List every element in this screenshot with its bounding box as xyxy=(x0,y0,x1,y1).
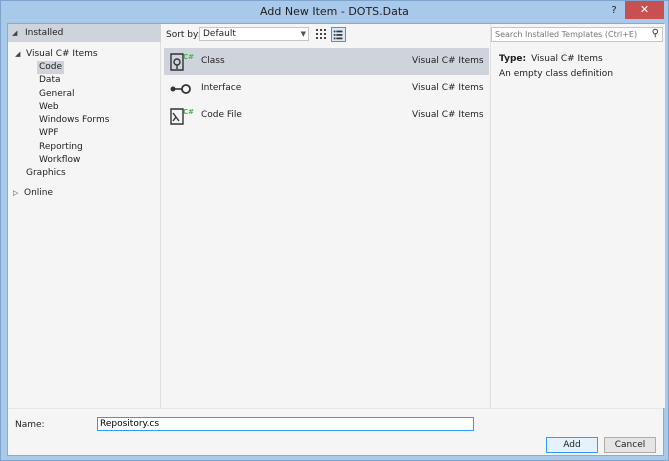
item-category: Visual C# Items xyxy=(412,56,484,66)
tree-node-label: General xyxy=(39,89,75,99)
tree-node-label: Code xyxy=(37,61,65,74)
sort-dropdown[interactable]: Default ▼ xyxy=(199,27,309,41)
name-label: Name: xyxy=(15,420,45,430)
list-item-class[interactable]: C# Class Visual C# Items xyxy=(164,48,489,75)
tree-node-label: Online xyxy=(24,188,54,198)
search-box[interactable]: ⚲ xyxy=(491,27,663,42)
tree-node-label: Graphics xyxy=(26,168,66,178)
template-tree: ◢ Installed ◢ Visual C# Items Code Data … xyxy=(8,24,161,408)
sort-label: Sort by: xyxy=(166,30,201,40)
item-category: Visual C# Items xyxy=(412,110,484,120)
tree-node-reporting[interactable]: Reporting xyxy=(39,141,83,154)
tree-node-label: Web xyxy=(39,102,59,112)
type-value: Visual C# Items xyxy=(531,54,603,64)
type-info: Type: Visual C# Items xyxy=(499,54,603,64)
tree-node-windows-forms[interactable]: Windows Forms xyxy=(39,114,109,127)
list-view-icon[interactable] xyxy=(331,27,346,42)
tree-node-installed[interactable]: ◢ Installed xyxy=(8,24,161,42)
window-title: Add New Item - DOTS.Data xyxy=(260,5,409,18)
cancel-button[interactable]: Cancel xyxy=(604,437,656,453)
tree-node-web[interactable]: Web xyxy=(39,101,59,114)
search-input[interactable] xyxy=(492,28,642,41)
tree-node-label: Windows Forms xyxy=(39,115,110,125)
type-label: Type: xyxy=(499,54,527,64)
template-description: An empty class definition xyxy=(499,69,614,79)
tree-node-visual-csharp[interactable]: ◢ Visual C# Items xyxy=(15,48,98,61)
detail-panel: ⚲ Type: Visual C# Items An empty class de… xyxy=(490,24,665,408)
collapse-triangle-icon[interactable]: ◢ xyxy=(12,29,20,37)
item-name: Interface xyxy=(201,83,242,93)
class-file-icon: C# xyxy=(170,53,194,71)
sort-toolbar: Sort by: Default ▼ xyxy=(164,24,489,46)
bottom-bar: Name: Add Cancel xyxy=(8,408,663,455)
tree-node-online[interactable]: ▷ Online xyxy=(13,187,53,200)
tree-node-label: Reporting xyxy=(39,142,83,152)
tree-node-data[interactable]: Data xyxy=(39,74,61,87)
item-name: Class xyxy=(201,56,225,66)
add-button[interactable]: Add xyxy=(546,437,598,453)
close-button[interactable]: ✕ xyxy=(625,1,664,19)
interface-icon xyxy=(170,83,191,94)
tree-node-code[interactable]: Code xyxy=(37,61,65,74)
expand-triangle-icon[interactable]: ▷ xyxy=(13,187,21,200)
grid-view-icon[interactable] xyxy=(314,27,328,41)
dialog-window: Add New Item - DOTS.Data ? ✕ ◢ Installed… xyxy=(0,0,669,461)
tree-node-label: Visual C# Items xyxy=(26,49,98,59)
svg-text:C#: C# xyxy=(183,108,194,116)
code-file-icon: C# xyxy=(170,108,194,125)
list-item-interface[interactable]: Interface Visual C# Items xyxy=(164,75,489,102)
help-button[interactable]: ? xyxy=(607,4,621,18)
list-item-code-file[interactable]: C# Code File Visual C# Items xyxy=(164,102,489,129)
tree-node-workflow[interactable]: Workflow xyxy=(39,154,80,167)
sort-value: Default xyxy=(203,29,236,39)
search-icon[interactable]: ⚲ xyxy=(652,28,659,39)
name-field[interactable] xyxy=(97,417,474,431)
item-category: Visual C# Items xyxy=(412,83,484,93)
tree-header-label: Installed xyxy=(25,28,64,38)
item-name: Code File xyxy=(201,110,242,120)
template-list-panel: Sort by: Default ▼ C# Class Visual C# It… xyxy=(164,24,489,408)
collapse-triangle-icon[interactable]: ◢ xyxy=(15,48,23,61)
tree-node-general[interactable]: General xyxy=(39,88,74,101)
title-bar[interactable]: Add New Item - DOTS.Data ? ✕ xyxy=(1,1,668,23)
tree-node-label: Data xyxy=(39,75,61,85)
chevron-down-icon: ▼ xyxy=(300,30,306,38)
template-list: C# Class Visual C# Items Interface Visua… xyxy=(164,48,489,129)
tree-node-label: Workflow xyxy=(39,155,81,165)
tree-node-wpf[interactable]: WPF xyxy=(39,127,59,140)
dialog-client: ◢ Installed ◢ Visual C# Items Code Data … xyxy=(7,23,665,456)
tree-node-label: WPF xyxy=(39,128,59,138)
tree-node-graphics[interactable]: Graphics xyxy=(26,167,66,180)
svg-text:C#: C# xyxy=(183,53,194,61)
